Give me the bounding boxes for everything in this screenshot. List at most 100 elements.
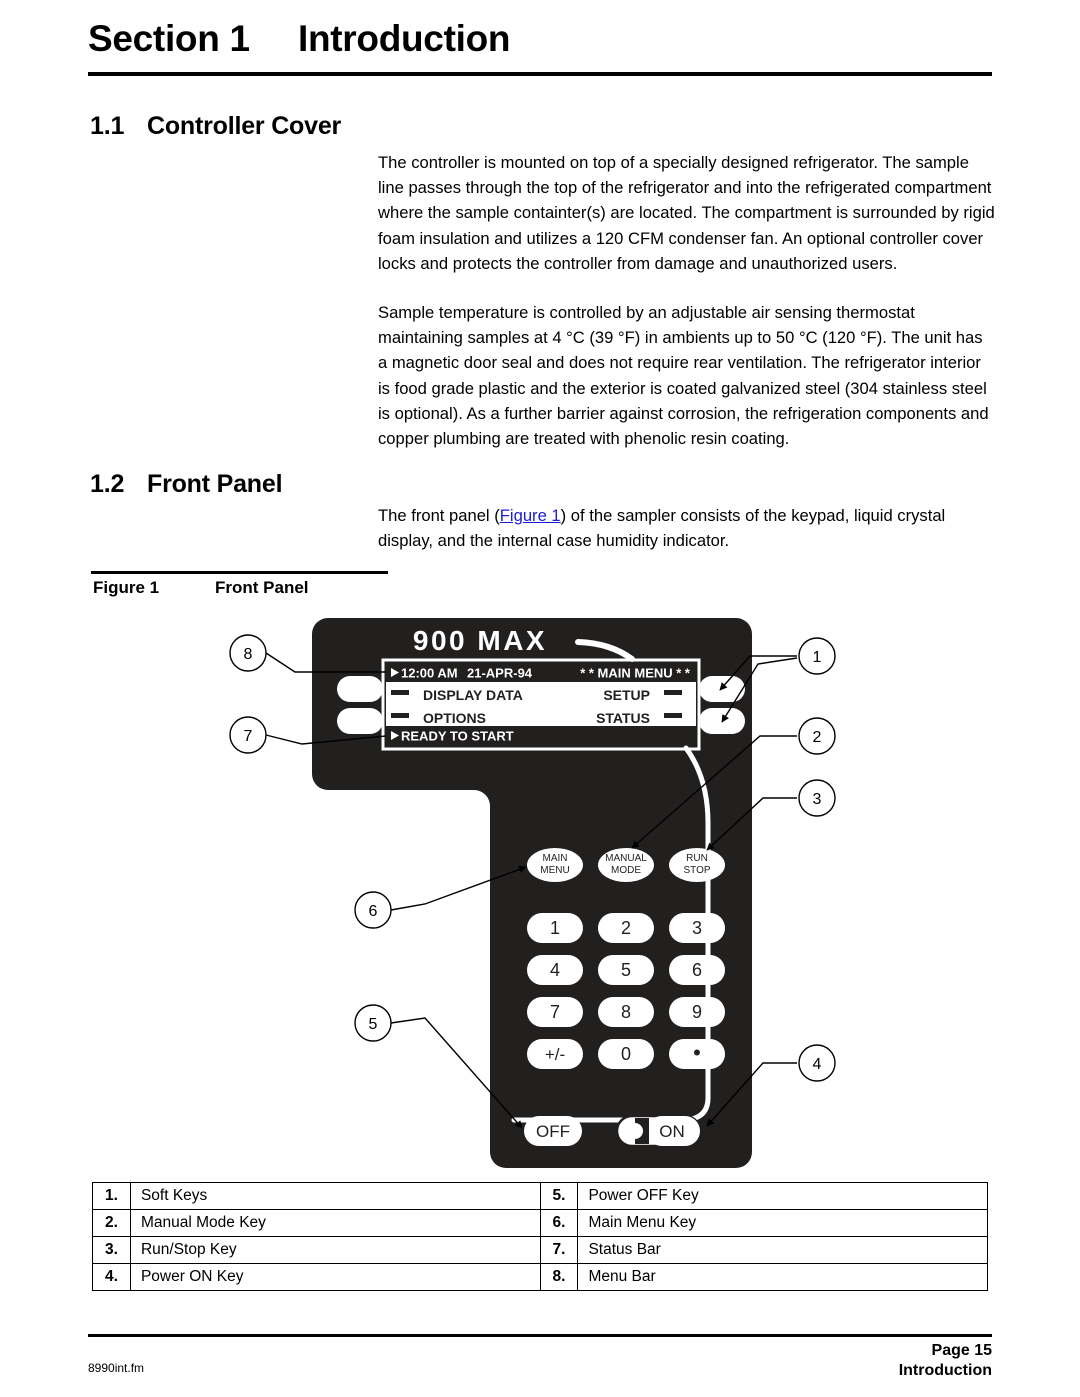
heading-controller-cover: 1.1 Controller Cover	[90, 112, 341, 141]
table-row: 3. Run/Stop Key 7. Status Bar	[92, 1236, 988, 1264]
heading-text-1-2: Front Panel	[147, 470, 283, 498]
footer-page-info: Page 15 Introduction	[899, 1341, 992, 1381]
callout-1-label: 1	[813, 649, 822, 666]
callout-3-label: 3	[813, 791, 822, 808]
paragraph-controller-cover-2: Sample temperature is controlled by an a…	[378, 303, 989, 449]
legend-label-2: Manual Mode Key	[129, 1209, 541, 1237]
keypad-key-9[interactable]: 9	[669, 997, 725, 1027]
table-row: 2. Manual Mode Key 6. Main Menu Key	[92, 1209, 988, 1237]
legend-index-8: 8.	[539, 1263, 579, 1291]
keypad-key-decimal-label: •	[693, 1040, 701, 1065]
callout-7-label: 7	[244, 728, 253, 745]
keypad-key-4-label: 4	[550, 960, 560, 980]
keypad-key-9-label: 9	[692, 1002, 702, 1022]
table-row: 4. Power ON Key 8. Menu Bar	[92, 1263, 988, 1291]
figure-1-link[interactable]: Figure 1	[500, 506, 561, 525]
function-key-run-stop[interactable]: RUN STOP	[669, 848, 725, 882]
lcd-option-display-data: DISPLAY DATA	[423, 687, 523, 703]
soft-key-right-top[interactable]	[699, 676, 745, 702]
section-divider	[88, 72, 992, 76]
callout-4-label: 4	[813, 1056, 822, 1073]
callout-5: 5	[354, 1004, 392, 1042]
softkey-dash-left-bottom	[391, 713, 409, 718]
legend-label-3: Run/Stop Key	[129, 1236, 541, 1264]
callout-2: 2	[798, 717, 836, 755]
callout-1: 1	[798, 637, 836, 675]
figure-caption: Figure 1 Front Panel	[93, 578, 309, 598]
keypad-key-7[interactable]: 7	[527, 997, 583, 1027]
keypad-key-5-label: 5	[621, 960, 631, 980]
lcd-menu-title: * * MAIN MENU * *	[580, 666, 691, 681]
legend-label-1: Soft Keys	[129, 1182, 541, 1210]
keypad-key-6[interactable]: 6	[669, 955, 725, 985]
keypad-key-8[interactable]: 8	[598, 997, 654, 1027]
callout-8: 8	[229, 634, 267, 672]
footer-chapter: Introduction	[898, 1362, 992, 1379]
legend-index-4: 4.	[92, 1263, 131, 1291]
keypad-key-0-label: 0	[621, 1044, 631, 1064]
keypad-key-3-label: 3	[692, 918, 702, 938]
lcd-date: 21-APR-94	[467, 666, 533, 681]
heading-front-panel: 1.2 Front Panel	[90, 470, 283, 499]
legend-index-7: 7.	[539, 1236, 579, 1264]
figure-caption-divider	[91, 571, 388, 574]
softkey-dash-right-top	[664, 690, 682, 695]
callout-2-label: 2	[813, 729, 822, 746]
power-off-key-label: OFF	[536, 1122, 570, 1141]
figure-legend-table: 1. Soft Keys 5. Power OFF Key 2. Manual …	[92, 1182, 988, 1291]
keypad-key-0[interactable]: 0	[598, 1039, 654, 1069]
power-off-key[interactable]: OFF	[524, 1116, 582, 1146]
keypad-key-decimal[interactable]: •	[669, 1039, 725, 1069]
legend-index-5: 5.	[539, 1182, 579, 1210]
lcd-display: 12:00 AM 21-APR-94 * * MAIN MENU * * DIS…	[381, 658, 701, 751]
function-key-main-menu[interactable]: MAIN MENU	[527, 848, 583, 882]
keypad-key-6-label: 6	[692, 960, 702, 980]
section-header: Section 1 Introduction	[88, 18, 992, 60]
keypad-key-1[interactable]: 1	[527, 913, 583, 943]
keypad-key-plus-minus-label: +/-	[545, 1045, 565, 1064]
power-on-key[interactable]: ON	[615, 1114, 702, 1148]
lcd-status-text: READY TO START	[401, 729, 514, 744]
legend-index-3: 3.	[92, 1236, 131, 1264]
legend-label-5: Power OFF Key	[577, 1182, 988, 1210]
callout-8-label: 8	[244, 646, 253, 663]
power-on-key-label: ON	[659, 1122, 685, 1141]
figure-caption-text: Front Panel	[215, 578, 309, 597]
keypad-key-7-label: 7	[550, 1002, 560, 1022]
keypad-key-4[interactable]: 4	[527, 955, 583, 985]
paragraph-controller-cover-1: The controller is mounted on top of a sp…	[378, 153, 995, 273]
function-key-main-menu-line1: MAIN	[543, 853, 568, 864]
keypad-key-2[interactable]: 2	[598, 913, 654, 943]
legend-index-6: 6.	[539, 1209, 579, 1237]
keypad-key-plus-minus[interactable]: +/-	[527, 1039, 583, 1069]
soft-key-left-bottom[interactable]	[337, 708, 383, 734]
function-key-run-stop-line2: STOP	[683, 865, 710, 876]
keypad-key-1-label: 1	[550, 918, 560, 938]
softkey-dash-left-top	[391, 690, 409, 695]
lcd-option-status: STATUS	[596, 710, 650, 726]
brand-logo-text: 900 MAX	[413, 625, 547, 656]
function-key-manual-mode-line1: MANUAL	[605, 853, 647, 864]
function-key-manual-mode-line2: MODE	[611, 865, 641, 876]
paragraph-front-panel-before: The front panel (	[378, 506, 500, 525]
keypad-key-3[interactable]: 3	[669, 913, 725, 943]
legend-index-1: 1.	[92, 1182, 131, 1210]
function-key-manual-mode[interactable]: MANUAL MODE	[598, 848, 654, 882]
callout-7: 7	[229, 716, 267, 754]
lcd-time: 12:00 AM	[401, 666, 458, 681]
legend-label-8: Menu Bar	[577, 1263, 988, 1291]
paragraph-front-panel: The front panel (Figure 1) of the sample…	[378, 503, 996, 553]
keypad-key-8-label: 8	[621, 1002, 631, 1022]
legend-label-4: Power ON Key	[129, 1263, 541, 1291]
section-title: Introduction	[298, 18, 511, 59]
lcd-option-setup: SETUP	[603, 687, 650, 703]
soft-key-left-top[interactable]	[337, 676, 383, 702]
heading-text-1-1: Controller Cover	[147, 112, 342, 140]
keypad-key-5[interactable]: 5	[598, 955, 654, 985]
footer-divider	[88, 1334, 992, 1337]
lcd-option-options: OPTIONS	[423, 710, 486, 726]
table-row: 1. Soft Keys 5. Power OFF Key	[92, 1182, 988, 1210]
callout-6: 6	[354, 891, 392, 929]
function-key-main-menu-line2: MENU	[540, 865, 569, 876]
front-panel-figure: 900 MAX 12:00 AM 21-APR-94 * * MAIN MENU…	[229, 618, 836, 1168]
